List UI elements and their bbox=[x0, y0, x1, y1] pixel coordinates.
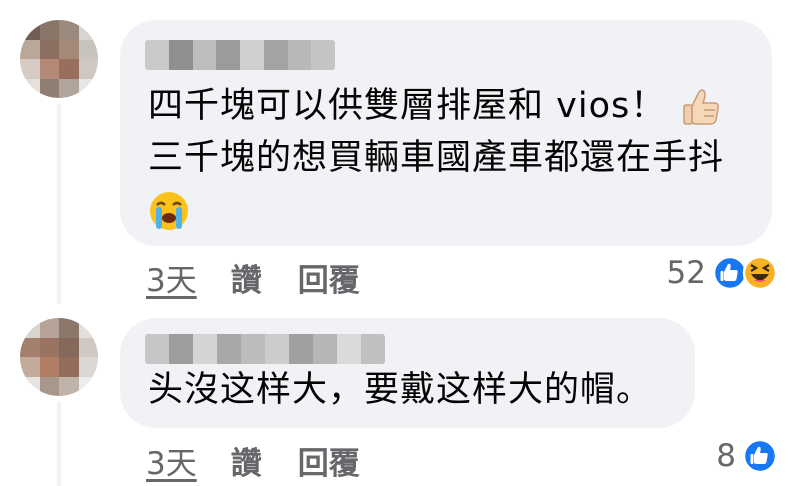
comment-actions: 3天 讚 回覆 bbox=[146, 255, 360, 300]
comment-line bbox=[148, 184, 724, 236]
reaction-count: 8 bbox=[716, 438, 736, 474]
comment-timestamp[interactable]: 3天 bbox=[146, 438, 197, 483]
comment-text: 头沒这样大，要戴这样大的帽。 bbox=[148, 364, 652, 416]
avatar[interactable] bbox=[20, 20, 98, 98]
author-name-blurred[interactable] bbox=[145, 40, 335, 70]
comment-line: 四千塊可以供雙層排屋和 vios！ bbox=[148, 80, 724, 132]
like-reaction-icon bbox=[742, 438, 778, 474]
reply-button[interactable]: 回覆 bbox=[298, 438, 360, 483]
haha-reaction-icon bbox=[742, 255, 778, 291]
comment-line: 三千塊的想買輛車國產車都還在手抖 bbox=[148, 138, 725, 178]
thread-line bbox=[57, 104, 61, 304]
like-button[interactable]: 讚 bbox=[231, 255, 262, 300]
reply-button[interactable]: 回覆 bbox=[298, 255, 360, 300]
reaction-summary[interactable]: 8 bbox=[716, 438, 778, 474]
thread-line bbox=[57, 402, 61, 486]
comment-actions: 3天 讚 回覆 bbox=[146, 438, 360, 483]
loudly-crying-face-icon bbox=[150, 192, 188, 230]
author-name-blurred[interactable] bbox=[145, 334, 385, 364]
comment-timestamp[interactable]: 3天 bbox=[146, 255, 197, 300]
comment-line: 头沒这样大，要戴这样大的帽。 bbox=[148, 370, 653, 410]
reaction-summary[interactable]: 52 bbox=[667, 255, 778, 291]
reaction-count: 52 bbox=[666, 255, 706, 291]
like-button[interactable]: 讚 bbox=[231, 438, 262, 483]
thumbs-up-icon bbox=[683, 89, 720, 125]
comment-text: 四千塊可以供雙層排屋和 vios！ 三千塊的想買輛車國產車都還在手抖 bbox=[148, 80, 724, 236]
avatar[interactable] bbox=[20, 318, 98, 396]
